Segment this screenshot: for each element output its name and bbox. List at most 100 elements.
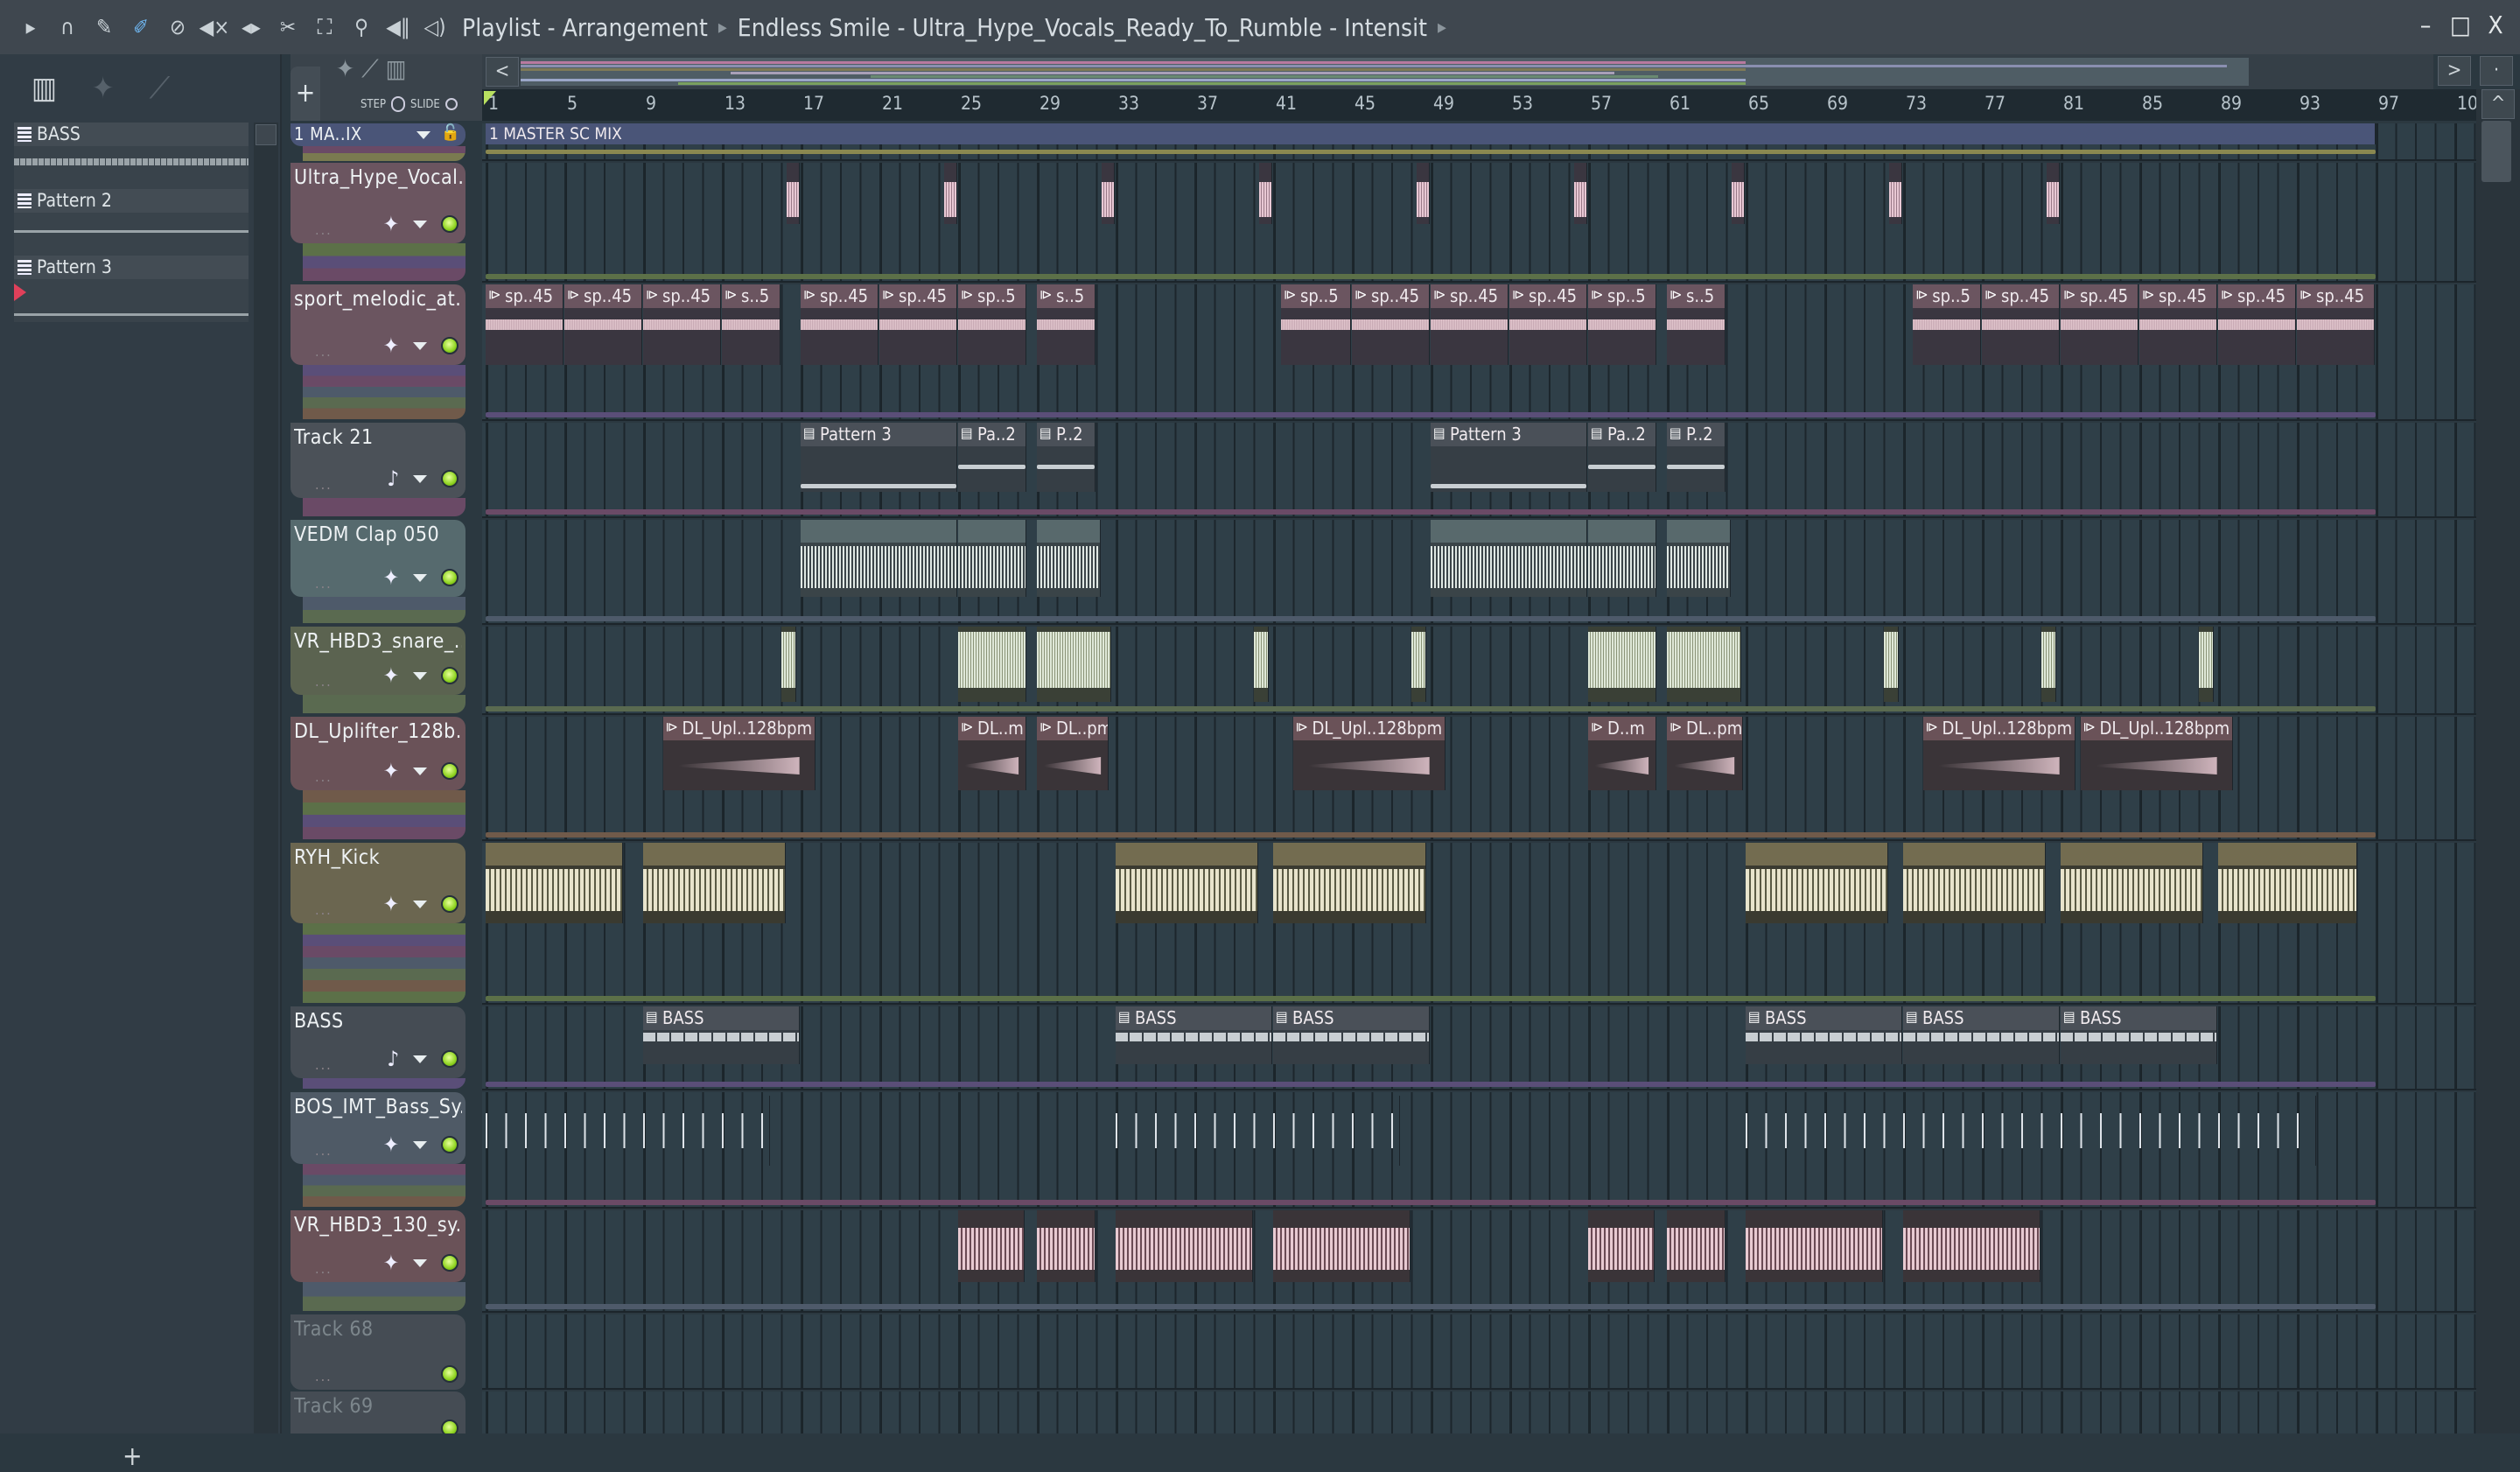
track-mute-led[interactable]: [441, 215, 458, 233]
audio-clip[interactable]: [2198, 627, 2214, 702]
audio-clip[interactable]: [1732, 163, 1745, 224]
speaker-icon[interactable]: ◁): [416, 9, 453, 46]
add-track-button[interactable]: +: [290, 67, 320, 121]
track-mute-led[interactable]: [441, 1136, 458, 1153]
scroll-up-button[interactable]: ^: [2482, 89, 2515, 119]
track-header[interactable]: sport_melodic_at..... ✦: [290, 284, 466, 365]
audio-clip[interactable]: [1273, 1210, 1410, 1282]
track-mute-led[interactable]: [441, 762, 458, 780]
audio-clip[interactable]: [787, 163, 800, 224]
audio-clip[interactable]: [486, 843, 623, 923]
audio-clip[interactable]: [944, 163, 957, 224]
audio-clip[interactable]: [1667, 627, 1741, 702]
audio-clip[interactable]: ⧐ sp..45: [1431, 284, 1508, 365]
automation-clip[interactable]: 1 MASTER SC MIX: [486, 123, 2376, 144]
audio-clip[interactable]: [1417, 163, 1430, 224]
audio-clip[interactable]: [1273, 843, 1426, 923]
track-header[interactable]: Track 68...: [290, 1314, 466, 1390]
pattern-clip[interactable]: ▤ BASS: [1903, 1006, 2060, 1064]
audio-clip[interactable]: [958, 627, 1026, 702]
vertical-scrollbar[interactable]: ^: [2476, 89, 2520, 1433]
track-menu-dropdown[interactable]: [413, 341, 427, 350]
track-header[interactable]: VR_HBD3_snare_..... ✦: [290, 627, 466, 695]
audio-clip[interactable]: ⧐ sp..45: [2218, 284, 2296, 365]
overview-scrollbar[interactable]: <: [482, 54, 2433, 89]
track-mute-led[interactable]: [441, 470, 458, 487]
delete-icon[interactable]: ⊘: [159, 9, 196, 46]
audio-clip[interactable]: ⧐ DL..pm: [1667, 717, 1743, 790]
vertical-scroll-thumb[interactable]: [2482, 121, 2511, 182]
track-options-dots[interactable]: ...: [315, 476, 332, 493]
audio-clip[interactable]: ⧐ sp..45: [1509, 284, 1587, 365]
pattern-clip[interactable]: ▤ P..2: [1667, 423, 1726, 492]
audio-wave-icon[interactable]: ✦: [92, 71, 115, 106]
audio-clip[interactable]: [1037, 1210, 1096, 1282]
breadcrumb-item-pattern[interactable]: Endless Smile - Ultra_Hype_Vocals_Ready_…: [738, 13, 1427, 42]
piano-icon[interactable]: ▥: [32, 71, 57, 106]
track-options-dots[interactable]: ...: [315, 1142, 332, 1159]
minimize-button[interactable]: –: [2408, 11, 2443, 39]
play-arrow-icon[interactable]: ▸: [12, 9, 49, 46]
pattern-item[interactable]: Pattern 3: [14, 256, 248, 322]
pattern-clip[interactable]: ▤ BASS: [2061, 1006, 2217, 1064]
step-toggle[interactable]: [391, 96, 406, 112]
audio-clip[interactable]: ⧐ s..5: [722, 284, 780, 365]
track-mute-led[interactable]: [441, 569, 458, 586]
track-mute-led[interactable]: [441, 1365, 458, 1383]
track-lane[interactable]: [482, 1210, 2476, 1313]
overview-minimap[interactable]: [521, 58, 2249, 86]
breadcrumb-item-playlist[interactable]: Playlist - Arrangement: [462, 13, 708, 42]
audio-clip[interactable]: ⧐ sp..5: [958, 284, 1026, 365]
paint-brush-icon[interactable]: ✐: [122, 9, 159, 46]
track-lane[interactable]: ▤ BASS ▤ BASS ▤ BASS ▤ BASS ▤ BASS ▤ BASS: [482, 1006, 2476, 1090]
track-header[interactable]: BOS_IMT_Bass_Sy..... ✦: [290, 1092, 466, 1164]
pattern-item[interactable]: BASS: [14, 123, 248, 189]
audio-clip[interactable]: [486, 1096, 771, 1166]
mute-icon[interactable]: ◀×: [196, 9, 233, 46]
track-lane[interactable]: [482, 1314, 2476, 1390]
track-options-dots[interactable]: ...: [315, 1422, 332, 1433]
audio-clip[interactable]: ⧐ sp..45: [643, 284, 721, 365]
audio-clip[interactable]: [1746, 1096, 2316, 1166]
audio-clip[interactable]: [2047, 163, 2060, 224]
track-options-dots[interactable]: ...: [315, 221, 332, 238]
audio-clip[interactable]: [1410, 627, 1426, 702]
audio-clip[interactable]: [1102, 163, 1115, 224]
track-options-dots[interactable]: ...: [315, 673, 332, 690]
track-header[interactable]: VR_HBD3_130_sy..... ✦: [290, 1210, 466, 1282]
track-options-dots[interactable]: ...: [315, 1260, 332, 1277]
audio-clip[interactable]: [1037, 627, 1111, 702]
audio-clip[interactable]: ⧐ sp..5: [1913, 284, 1981, 365]
audio-clip[interactable]: [1588, 1210, 1655, 1282]
audio-clip[interactable]: ⧐ DL_Upl..128bpm: [1922, 717, 2076, 790]
audio-clip[interactable]: [1746, 843, 1889, 923]
audio-clip[interactable]: [2218, 843, 2357, 923]
audio-clip[interactable]: [1037, 520, 1102, 597]
audio-clip[interactable]: [958, 1210, 1025, 1282]
track-menu-dropdown[interactable]: [413, 220, 427, 228]
track-menu-dropdown[interactable]: [413, 1055, 427, 1063]
audio-clip[interactable]: ⧐ s..5: [1037, 284, 1096, 365]
audio-clip[interactable]: ⧐ sp..45: [801, 284, 878, 365]
audio-clip[interactable]: [1667, 1210, 1726, 1282]
audio-clip[interactable]: ⧐ D..m: [1588, 717, 1656, 790]
automation-icon[interactable]: ⟋: [150, 71, 171, 106]
audio-clip[interactable]: [1667, 520, 1732, 597]
audio-clip[interactable]: ⧐ sp..45: [2061, 284, 2138, 365]
audio-clip[interactable]: [2061, 843, 2204, 923]
track-mute-led[interactable]: [441, 1419, 458, 1433]
track-lane[interactable]: [482, 843, 2476, 1005]
audio-clip[interactable]: [1116, 1096, 1401, 1166]
zoom-handle-button[interactable]: ·: [2480, 56, 2513, 86]
track-menu-dropdown[interactable]: [416, 131, 430, 139]
pattern-clip[interactable]: ▤ Pa..2: [958, 423, 1026, 492]
track-lane[interactable]: ⧐ sp..45 ⧐ sp..45 ⧐ sp..45 ⧐ s..5 ⧐ sp..45 ⧐ …: [482, 284, 2476, 421]
track-mute-led[interactable]: [441, 1254, 458, 1272]
audio-clip[interactable]: ⧐ DL..pm: [1037, 717, 1110, 790]
add-pattern-button[interactable]: +: [122, 1441, 143, 1472]
pattern-clip[interactable]: ▤ BASS: [1746, 1006, 1902, 1064]
lock-icon[interactable]: 🔓: [441, 123, 460, 142]
track-lane[interactable]: ▤ Pattern 3 ▤ Pa..2 ▤ P..2 ▤ Pattern 3 ▤ Pa.…: [482, 423, 2476, 518]
audio-clip[interactable]: ⧐ DL..m: [958, 717, 1026, 790]
audio-clip[interactable]: ⧐ DL_Upl..128bpm: [1292, 717, 1446, 790]
